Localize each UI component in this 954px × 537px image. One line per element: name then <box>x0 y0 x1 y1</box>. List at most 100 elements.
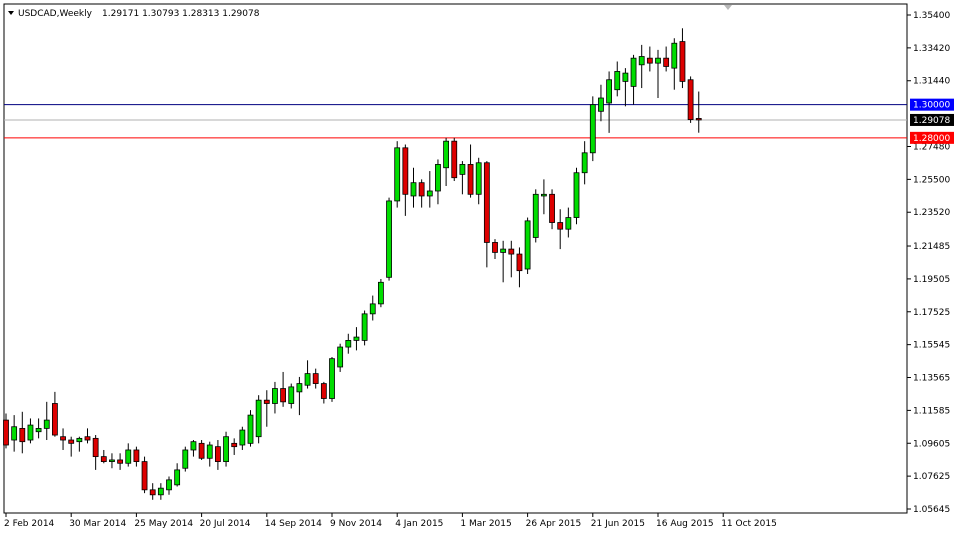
candle-body <box>492 242 498 253</box>
chart-header: USDCAD,Weekly 1.29171 1.30793 1.28313 1.… <box>8 9 260 19</box>
candle <box>589 96 596 162</box>
candle <box>386 197 392 281</box>
candle-body <box>125 449 132 464</box>
x-tick-label: 21 Jun 2015 <box>591 519 645 529</box>
y-tick-label: 1.17525 <box>913 308 950 318</box>
ohlc-label: 1.29171 1.30793 1.28313 1.29078 <box>102 9 260 19</box>
candle-body <box>43 419 50 429</box>
candle-body <box>410 182 417 197</box>
candle-body <box>532 193 539 238</box>
candle-body <box>695 118 702 121</box>
candle-body <box>402 147 409 195</box>
candle-body <box>377 281 384 305</box>
x-tick-label: 25 May 2014 <box>134 519 193 529</box>
candle-body <box>394 147 401 202</box>
candle-body <box>353 336 360 341</box>
candle-body <box>214 446 221 463</box>
y-tick-label: 1.07625 <box>913 472 950 482</box>
candle-body <box>663 57 670 67</box>
candle-body <box>638 56 645 66</box>
candle-body <box>296 383 303 393</box>
y-tick-label: 1.23520 <box>913 208 950 218</box>
candle-body <box>386 200 392 278</box>
candle-body <box>622 72 629 82</box>
candle-body <box>100 456 107 463</box>
x-tick-label: 9 Nov 2014 <box>330 519 382 529</box>
candle <box>198 440 205 460</box>
candle <box>255 395 262 444</box>
candle-body <box>52 403 58 436</box>
price-badge-label: 1.30000 <box>913 101 950 111</box>
candle <box>451 137 458 182</box>
candle-body <box>483 162 490 243</box>
candle-body <box>35 427 42 433</box>
candle <box>687 76 694 123</box>
candle-body <box>549 193 555 223</box>
candle-body <box>198 442 205 459</box>
candle-body <box>500 248 507 253</box>
candle-body <box>11 426 18 441</box>
candle-body <box>443 140 450 169</box>
candle-body <box>166 479 172 491</box>
candle-body <box>3 419 9 446</box>
candle <box>223 431 229 467</box>
candle-body <box>541 193 547 197</box>
candle <box>182 446 189 472</box>
candle-body <box>337 346 344 368</box>
candle-body <box>149 489 156 496</box>
candle-body <box>508 248 515 255</box>
chart-svg: 1.35400 1.33420 1.31440 1.27480 1.25500 1.235… <box>3 3 954 529</box>
candle-body <box>288 386 295 404</box>
candle-body <box>369 303 376 315</box>
candle-body <box>174 469 181 486</box>
x-tick-label: 1 Mar 2015 <box>460 519 511 529</box>
candle-body <box>606 79 612 104</box>
price-badge-blue: 1.30000 <box>910 98 954 111</box>
candle <box>524 217 531 274</box>
chart: 1.35400 1.33420 1.31440 1.27480 1.25500 1.235… <box>0 0 954 533</box>
price-badge-gray: 1.29078 <box>910 113 954 126</box>
candle-body <box>272 388 278 404</box>
candle-body <box>141 461 148 491</box>
candle-body <box>247 414 254 444</box>
candle-body <box>565 217 572 230</box>
candle <box>329 357 335 402</box>
candle <box>377 278 384 308</box>
candle-body <box>573 172 580 218</box>
y-tick-label: 1.11585 <box>913 406 950 416</box>
candle-body <box>60 436 66 441</box>
candle-body <box>231 442 238 448</box>
x-tick-label: 14 Sep 2014 <box>265 519 322 529</box>
candle-body <box>157 487 164 496</box>
candle-body <box>280 388 287 403</box>
candle-body <box>614 71 621 91</box>
price-badge-label: 1.28000 <box>913 134 950 144</box>
candle-body <box>27 424 34 441</box>
candle-body <box>598 97 604 112</box>
candle <box>247 410 254 447</box>
y-tick-label: 1.35400 <box>913 11 950 21</box>
y-tick-label: 1.19505 <box>913 275 950 285</box>
candle-body <box>467 164 474 195</box>
x-tick-label: 30 Mar 2014 <box>69 519 126 529</box>
candle <box>573 167 580 225</box>
y-tick-label: 1.15545 <box>913 341 950 351</box>
candle-body <box>630 57 637 87</box>
candle-body <box>655 57 661 64</box>
candle-body <box>589 104 596 154</box>
candle-body <box>329 358 335 399</box>
candle-body <box>223 436 229 463</box>
plot-area <box>3 3 908 514</box>
candle-body <box>304 373 311 386</box>
candle-body <box>109 459 115 463</box>
candle-body <box>557 222 564 230</box>
y-tick-label: 1.21485 <box>913 242 950 252</box>
candle-body <box>263 399 270 404</box>
y-tick-label: 1.25500 <box>913 175 950 185</box>
candle-body <box>426 190 433 197</box>
candle-body <box>76 437 83 443</box>
symbol-label: USDCAD,Weekly <box>18 9 93 19</box>
candle-body <box>451 140 458 179</box>
candle-body <box>679 41 686 82</box>
candle-body <box>190 441 197 451</box>
